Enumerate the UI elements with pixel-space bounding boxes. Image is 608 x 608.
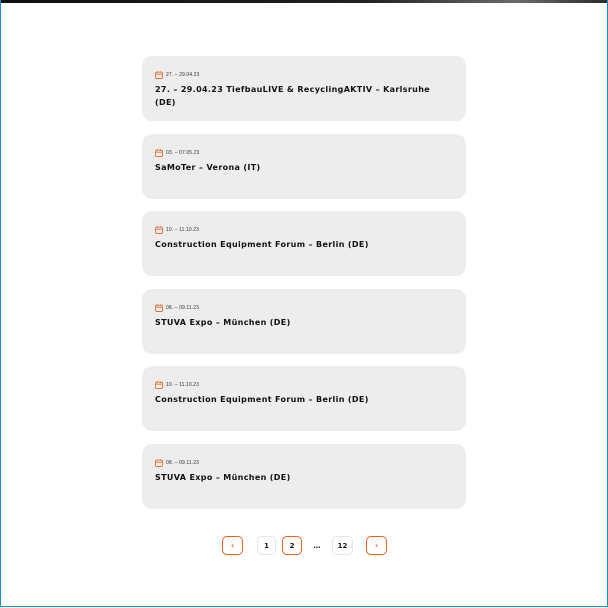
chevron-right-icon: › xyxy=(374,541,379,550)
event-date: 08. – 09.11.23 xyxy=(166,304,200,311)
calendar-icon xyxy=(155,303,163,312)
event-date: 27. – 29.04.23 xyxy=(166,72,200,78)
page-button-1[interactable]: 1 xyxy=(257,536,276,555)
prev-page-button[interactable]: ‹ xyxy=(222,536,243,555)
event-date-row: 08. – 09.11.23 xyxy=(155,458,453,468)
event-date-row: 08. – 09.11.23 xyxy=(155,303,453,313)
pagination-ellipsis: … xyxy=(309,536,325,555)
event-title[interactable]: 27. – 29.04.23 TiefbauLIVE & RecyclingAK… xyxy=(155,83,453,109)
event-date-row: 10. – 11.10.23 xyxy=(155,225,453,235)
pagination: ‹ 1 2 … 12 › xyxy=(222,536,388,556)
page-button-2-current[interactable]: 2 xyxy=(282,536,302,555)
calendar-icon xyxy=(155,148,163,157)
calendar-icon xyxy=(155,458,163,467)
event-date-row: 27. – 29.04.23 xyxy=(155,70,453,80)
event-date: 08. – 09.11.23 xyxy=(166,459,200,466)
event-date: 10. – 11.10.23 xyxy=(166,227,200,233)
calendar-icon xyxy=(155,381,163,389)
event-list: 27. – 29.04.23 27. – 29.04.23 TiefbauLIV… xyxy=(142,56,466,521)
event-card[interactable]: 10. – 11.10.23 Construction Equipment Fo… xyxy=(142,211,466,276)
event-title[interactable]: Construction Equipment Forum – Berlin (D… xyxy=(155,238,453,251)
event-card[interactable]: 27. – 29.04.23 27. – 29.04.23 TiefbauLIV… xyxy=(142,56,466,121)
page-button-12[interactable]: 12 xyxy=(332,536,353,555)
event-title[interactable]: STUVA Expo – München (DE) xyxy=(155,316,453,329)
event-title[interactable]: STUVA Expo – München (DE) xyxy=(155,471,453,484)
event-date-row: 03. – 07.05.23 xyxy=(155,148,453,158)
event-date: 10. – 11.10.23 xyxy=(166,382,200,388)
event-date-row: 10. – 11.10.23 xyxy=(155,380,453,390)
event-card[interactable]: 10. – 11.10.23 Construction Equipment Fo… xyxy=(142,366,466,431)
calendar-icon xyxy=(155,71,163,79)
event-title[interactable]: Construction Equipment Forum – Berlin (D… xyxy=(155,393,453,406)
event-date: 03. – 07.05.23 xyxy=(166,149,200,156)
event-card[interactable]: 08. – 09.11.23 STUVA Expo – München (DE) xyxy=(142,443,466,509)
next-page-button[interactable]: › xyxy=(366,536,387,555)
event-title[interactable]: SaMoTer – Verona (IT) xyxy=(155,161,453,174)
calendar-icon xyxy=(155,226,163,234)
event-card[interactable]: 03. – 07.05.23 SaMoTer – Verona (IT) xyxy=(142,133,466,199)
chevron-left-icon: ‹ xyxy=(230,541,235,550)
event-card[interactable]: 08. – 09.11.23 STUVA Expo – München (DE) xyxy=(142,288,466,354)
